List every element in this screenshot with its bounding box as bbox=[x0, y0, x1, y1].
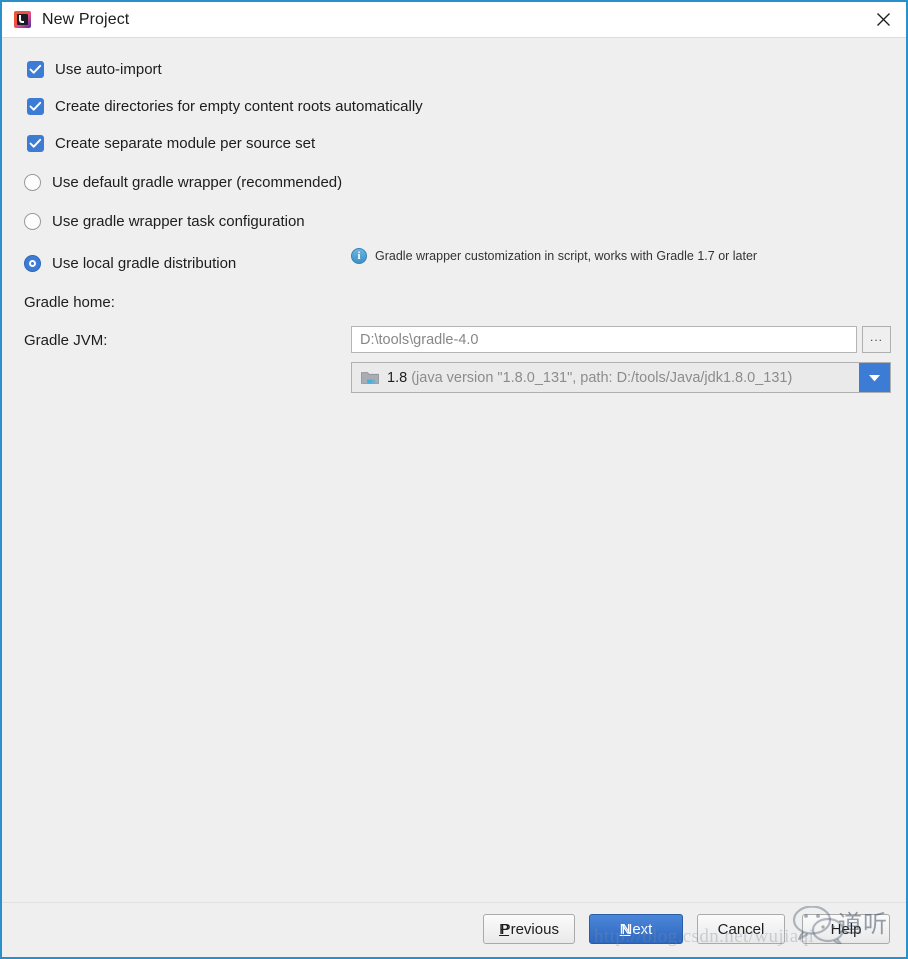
radio-label-use-local-gradle-distribution: Use local gradle distribution bbox=[52, 254, 237, 272]
checkbox-row-separate-module[interactable]: Create separate module per source set bbox=[27, 132, 315, 154]
close-button[interactable] bbox=[860, 2, 906, 37]
gradle-jvm-label: Gradle JVM: bbox=[24, 332, 108, 349]
gradle-home-label: Gradle home: bbox=[24, 294, 115, 311]
gradle-jvm-value: 1.8 (java version "1.8.0_131", path: D:/… bbox=[387, 370, 792, 386]
close-icon bbox=[876, 13, 890, 26]
next-button[interactable]: N Next bbox=[589, 914, 683, 944]
ellipsis-icon: ... bbox=[869, 330, 883, 344]
radio-default-gradle-wrapper[interactable] bbox=[24, 173, 41, 191]
intellij-idea-icon bbox=[14, 11, 31, 28]
info-icon bbox=[351, 248, 367, 264]
checkbox-label-use-auto-import: Use auto-import bbox=[55, 60, 162, 78]
gradle-jvm-version: 1.8 bbox=[387, 369, 408, 386]
radio-row-default-wrapper[interactable]: Use default gradle wrapper (recommended) bbox=[24, 171, 342, 193]
check-icon bbox=[29, 64, 42, 74]
check-icon bbox=[29, 138, 42, 148]
gradle-jvm-dropdown-button[interactable] bbox=[859, 363, 890, 392]
dialog-button-bar: P Previous N Next Cancel Help bbox=[2, 902, 906, 957]
help-button-label: Help bbox=[830, 920, 862, 938]
checkbox-label-separate-module: Create separate module per source set bbox=[55, 134, 316, 152]
gradle-home-input[interactable] bbox=[351, 326, 857, 353]
chevron-down-icon bbox=[869, 374, 880, 381]
next-button-label: Next bbox=[621, 920, 653, 938]
radio-use-local-gradle-distribution[interactable] bbox=[24, 254, 41, 272]
title-bar: New Project bbox=[2, 2, 906, 38]
radio-label-default-gradle-wrapper: Use default gradle wrapper (recommended) bbox=[52, 173, 343, 191]
gradle-wrapper-hint: Gradle wrapper customization in script, … bbox=[351, 248, 757, 264]
dialog-title: New Project bbox=[42, 10, 130, 28]
new-project-dialog: New Project Use auto-import Create direc… bbox=[0, 0, 908, 959]
help-button[interactable]: Help bbox=[802, 914, 890, 944]
hint-text: Gradle wrapper customization in script, … bbox=[375, 249, 758, 263]
check-icon bbox=[29, 101, 42, 111]
checkbox-row-create-directories[interactable]: Create directories for empty content roo… bbox=[27, 95, 423, 117]
checkbox-use-auto-import[interactable] bbox=[27, 60, 44, 78]
checkbox-separate-module[interactable] bbox=[27, 134, 44, 152]
gradle-jvm-detail: (java version "1.8.0_131", path: D:/tool… bbox=[411, 369, 793, 386]
previous-button-label: Previous bbox=[500, 920, 559, 938]
cancel-button[interactable]: Cancel bbox=[697, 914, 785, 944]
checkbox-row-use-auto-import[interactable]: Use auto-import bbox=[27, 58, 162, 80]
checkbox-create-directories[interactable] bbox=[27, 97, 44, 115]
gradle-jvm-combobox[interactable]: 1.8 (java version "1.8.0_131", path: D:/… bbox=[351, 362, 891, 393]
jdk-folder-icon bbox=[361, 370, 379, 385]
radio-gradle-wrapper-task-configuration[interactable] bbox=[24, 212, 41, 230]
cancel-button-label: Cancel bbox=[717, 920, 765, 938]
gradle-home-browse-button[interactable]: ... bbox=[862, 326, 891, 353]
radio-label-gradle-wrapper-task-configuration: Use gradle wrapper task configuration bbox=[52, 212, 305, 230]
previous-button[interactable]: P Previous bbox=[483, 914, 575, 944]
dialog-content: Use auto-import Create directories for e… bbox=[2, 38, 906, 903]
checkbox-label-create-directories: Create directories for empty content roo… bbox=[55, 97, 423, 115]
radio-row-wrapper-task-config[interactable]: Use gradle wrapper task configuration bbox=[24, 210, 305, 232]
radio-row-local-distribution[interactable]: Use local gradle distribution bbox=[24, 252, 236, 274]
